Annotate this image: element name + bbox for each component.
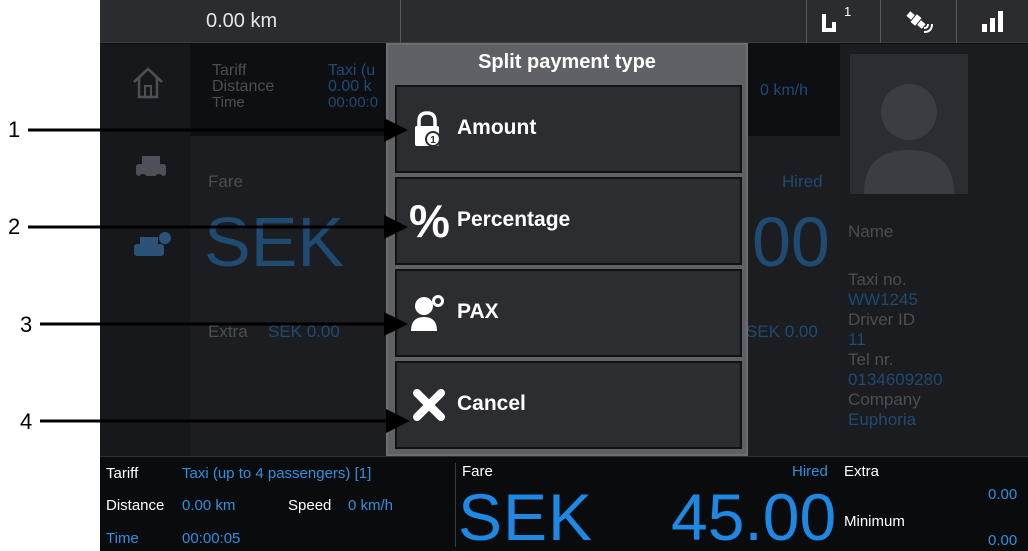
tariff-label: Tariff xyxy=(106,465,139,482)
dialog-title: Split payment type xyxy=(478,51,656,73)
distance-label: Distance xyxy=(106,497,165,514)
time-label: Time xyxy=(106,530,139,547)
bg-amount: 00 xyxy=(752,203,830,281)
bg-time-value: 00:00:0 xyxy=(328,94,379,111)
time-value: 00:00:05 xyxy=(182,530,241,547)
driver-info-panel: Name Taxi no. WW1245 Driver ID 11 Tel nr… xyxy=(840,44,1028,456)
pax-option-button[interactable]: PAX xyxy=(395,269,742,357)
driver-id-label: Driver ID xyxy=(848,310,916,329)
minimum-label: Minimum xyxy=(844,513,905,530)
fare-currency: SEK xyxy=(458,480,594,551)
percentage-option-label: Percentage xyxy=(457,208,571,231)
notification-badge: 1 xyxy=(844,4,852,19)
callout-number-2: 2 xyxy=(8,214,21,239)
taxi-no-label: Taxi no. xyxy=(848,270,907,289)
amount-option-button[interactable]: 1 Amount xyxy=(395,85,742,173)
driver-id-value: 11 xyxy=(848,330,866,349)
bg-currency: SEK xyxy=(204,203,345,281)
trip-info-bar: Tariff Taxi (up to 4 passengers) [1] Dis… xyxy=(100,456,1028,551)
bg-speed-value: 0 km/h xyxy=(760,82,809,99)
person-coin-icon xyxy=(409,293,449,333)
status-divider xyxy=(880,0,881,43)
bg-time-label: Time xyxy=(212,94,245,111)
percent-icon: % xyxy=(409,195,450,247)
bg-hired-label: Hired xyxy=(782,172,823,191)
lock-coin-icon: 1 xyxy=(409,109,449,149)
status-divider xyxy=(956,0,957,43)
driver-avatar xyxy=(850,54,968,194)
svg-text:1: 1 xyxy=(430,135,436,146)
home-icon[interactable] xyxy=(132,66,164,105)
pax-option-label: PAX xyxy=(457,300,499,323)
percentage-option-button[interactable]: % Percentage xyxy=(395,177,742,265)
speed-label: Speed xyxy=(288,497,332,514)
extra-value: 0.00 xyxy=(988,486,1018,503)
tel-label: Tel nr. xyxy=(848,350,894,369)
hired-label: Hired xyxy=(792,463,828,480)
car-settings-icon[interactable] xyxy=(132,230,172,269)
status-divider xyxy=(806,0,807,43)
company-value: Euphoria xyxy=(848,410,917,429)
minimum-value: 0.00 xyxy=(988,532,1018,549)
fare-label: Fare xyxy=(462,463,493,480)
tariff-value: Taxi (up to 4 passengers) [1] xyxy=(182,465,372,482)
callout-number-3: 3 xyxy=(20,312,33,337)
close-icon xyxy=(409,385,449,425)
amount-option-label: Amount xyxy=(457,116,537,139)
tel-value: 0134609280 xyxy=(848,370,943,389)
status-divider xyxy=(400,0,401,43)
status-distance: 0.00 km xyxy=(206,10,278,32)
status-bar: 0.00 km 1 xyxy=(100,0,1028,43)
bg-fare-label: Fare xyxy=(208,172,243,191)
taxi-no-value: WW1245 xyxy=(848,290,918,309)
distance-value: 0.00 km xyxy=(182,497,236,514)
speed-value: 0 km/h xyxy=(348,497,394,514)
annotated-screenshot: 1 2 3 4 0.00 km 1 Tariff Taxi (u Distanc… xyxy=(0,0,1028,551)
svg-text:%: % xyxy=(409,195,450,245)
split-payment-dialog: Split payment type 1 Amount % Percentage xyxy=(386,43,748,456)
extra-label: Extra xyxy=(844,463,880,480)
gps-satellite-icon[interactable] xyxy=(902,8,936,41)
side-nav xyxy=(100,44,190,456)
company-label: Company xyxy=(848,390,921,409)
phone-signal-icon[interactable]: 1 xyxy=(816,4,856,39)
signal-strength-icon[interactable] xyxy=(980,8,1006,39)
callout-number-4: 4 xyxy=(20,409,33,434)
cancel-option-button[interactable]: Cancel xyxy=(395,361,742,449)
bg-extra-value: SEK 0.00 xyxy=(268,322,340,341)
info-divider xyxy=(455,463,456,547)
cancel-option-label: Cancel xyxy=(457,392,526,415)
callout-number-1: 1 xyxy=(8,117,21,142)
bg-minimum-value: SEK 0.00 xyxy=(746,322,818,341)
driver-name-label: Name xyxy=(848,222,894,241)
bg-extra-label: Extra xyxy=(208,322,248,341)
taxi-status-icon[interactable] xyxy=(132,148,172,189)
fare-amount: 45.00 xyxy=(671,480,837,551)
